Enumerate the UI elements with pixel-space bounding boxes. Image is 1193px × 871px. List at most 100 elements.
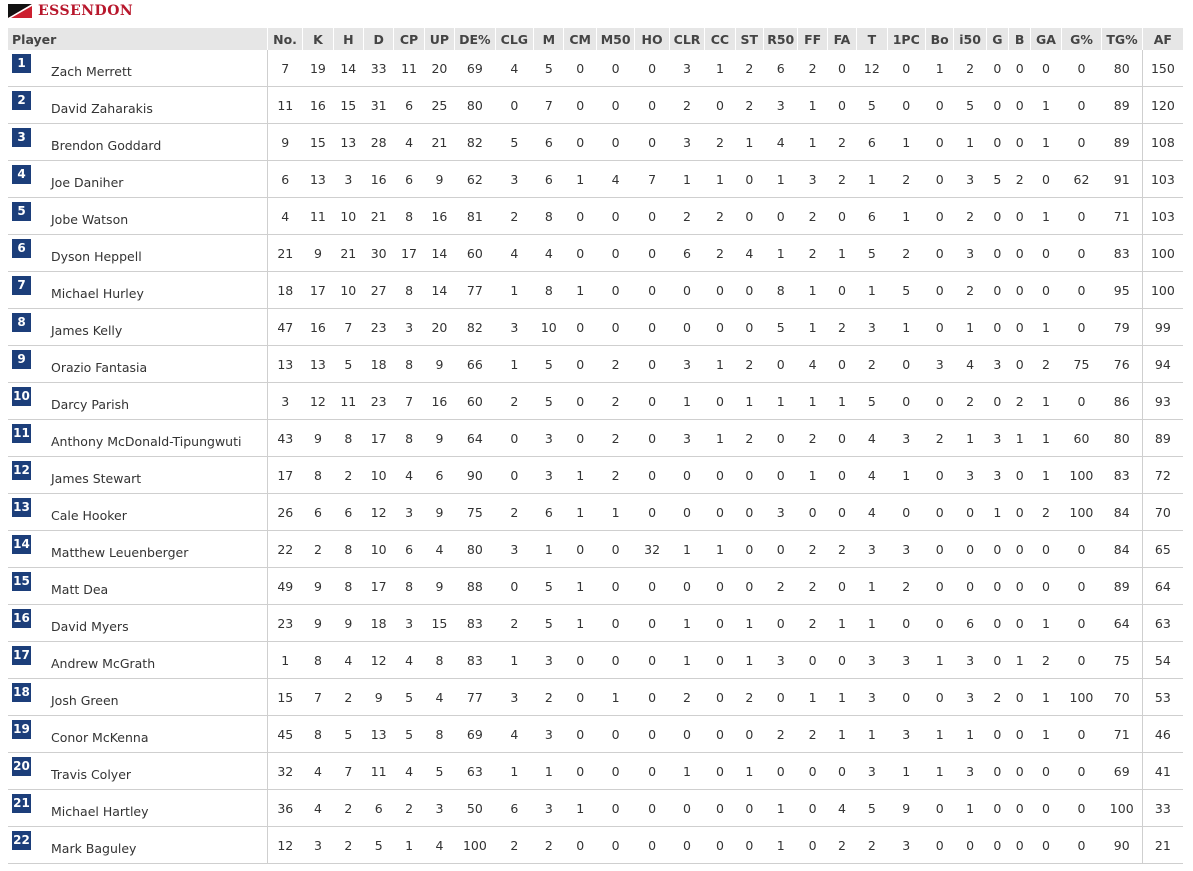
stat-cell-bo: 2 [925,419,954,457]
stat-cell-i50: 0 [953,567,987,605]
stat-cell-m: 8 [533,197,564,235]
column-header-ho[interactable]: HO [634,28,670,50]
player-name[interactable]: James Stewart [51,471,141,486]
column-header-tg-pct[interactable]: TG% [1101,28,1143,50]
column-header-b[interactable]: B [1008,28,1031,50]
player-name[interactable]: Orazio Fantasia [51,360,147,375]
stat-cell-no: 23 [267,604,303,642]
player-name[interactable]: Matthew Leuenberger [51,545,188,560]
column-header-m50[interactable]: M50 [595,28,635,50]
stat-cell-up: 20 [424,308,455,346]
player-name[interactable]: Matt Dea [51,582,108,597]
column-header-af[interactable]: AF [1141,28,1183,50]
column-header-t[interactable]: T [856,28,888,50]
stat-cell-fa: 2 [827,160,857,198]
stat-cell-clr: 0 [669,567,705,605]
stat-cell-af: 103 [1141,197,1183,235]
column-header-no[interactable]: No. [266,28,303,50]
stat-cell-clr: 0 [669,456,705,494]
player-name[interactable]: Zach Merrett [51,64,132,79]
column-header-clg[interactable]: CLG [494,28,534,50]
player-name[interactable]: Brendon Goddard [51,138,161,153]
stat-cell-ho: 0 [634,493,670,531]
stat-cell-ga: 1 [1030,678,1062,716]
column-header-de-pct[interactable]: DE% [454,28,496,50]
column-header-cm[interactable]: CM [563,28,597,50]
player-name[interactable]: Mark Baguley [51,841,136,856]
column-header-player[interactable]: Player [8,28,268,50]
column-header-d[interactable]: D [362,28,394,50]
rank-badge: 14 [12,534,31,554]
column-header-cc[interactable]: CC [704,28,736,50]
stat-cell-de-pct: 64 [454,419,496,457]
column-header-clr[interactable]: CLR [668,28,705,50]
player-name[interactable]: James Kelly [51,323,122,338]
player-name[interactable]: David Zaharakis [51,101,153,116]
stat-cell-clg: 2 [495,197,534,235]
column-header-fa[interactable]: FA [826,28,857,50]
player-name[interactable]: Anthony McDonald-Tipungwuti [51,434,241,449]
column-header-ff[interactable]: FF [797,28,828,50]
column-header-ga[interactable]: GA [1030,28,1062,50]
stat-cell-k: 9 [302,567,334,605]
stat-cell-de-pct: 80 [454,530,496,568]
column-header-1pc[interactable]: 1PC [886,28,926,50]
player-name[interactable]: Jobe Watson [51,212,128,227]
player-name[interactable]: Joe Daniher [51,175,123,190]
stat-cell-clr: 0 [669,271,705,309]
stat-cell-m: 4 [533,234,564,272]
stat-cell-fa: 0 [827,752,857,790]
stat-cell-g-pct: 0 [1061,50,1102,87]
stat-cell-de-pct: 69 [454,50,496,87]
stat-cell-h: 11 [333,382,364,420]
stat-cell-d: 30 [363,234,394,272]
player-name[interactable]: Conor McKenna [51,730,149,745]
player-name[interactable]: Travis Colyer [51,767,131,782]
stat-cell-clr: 0 [669,789,705,827]
column-header-bo[interactable]: Bo [924,28,954,50]
rank-badge: 20 [12,756,31,776]
stat-cell-fa: 0 [827,567,857,605]
column-header-k[interactable]: K [302,28,334,50]
player-name[interactable]: Josh Green [51,693,119,708]
stat-cell-cm: 0 [563,382,597,420]
column-header-i50[interactable]: i50 [953,28,987,50]
player-cell: 12 James Stewart [8,456,268,494]
stat-cell-bo: 0 [925,382,954,420]
player-cell: 1 Zach Merrett [8,50,268,87]
column-header-g-pct[interactable]: G% [1060,28,1102,50]
player-name[interactable]: Dyson Heppell [51,249,142,264]
player-name[interactable]: David Myers [51,619,129,634]
stat-cell-ff: 2 [797,419,828,457]
stat-cell-g: 0 [986,197,1009,235]
stat-cell-t: 3 [856,530,888,568]
stat-cell-ho: 0 [634,604,670,642]
player-name[interactable]: Michael Hurley [51,286,144,301]
column-header-cp[interactable]: CP [393,28,425,50]
stat-cell-ho: 0 [634,234,670,272]
stat-cell-m: 3 [533,641,564,679]
stat-cell-1pc: 3 [887,419,926,457]
stat-cell-1pc: 3 [887,826,926,864]
stat-cell-b: 0 [1008,789,1031,827]
stat-cell-h: 8 [333,567,364,605]
player-name[interactable]: Cale Hooker [51,508,127,523]
stat-cell-b: 0 [1008,197,1031,235]
stat-cell-cc: 0 [704,86,736,124]
player-name[interactable]: Darcy Parish [51,397,129,412]
column-header-st[interactable]: ST [734,28,764,50]
stat-cell-up: 9 [424,419,455,457]
table-row: 5Jobe Watson 4 11 10 21 8 16 81 2 8 0 0 0 2 2 0 0 2 0 6 1 0 2 0… [8,197,1183,235]
column-header-m[interactable]: M [533,28,564,50]
player-name[interactable]: Michael Hartley [51,804,149,819]
column-header-up[interactable]: UP [423,28,455,50]
stat-cell-k: 11 [302,197,334,235]
stat-cell-ga: 0 [1030,826,1062,864]
stat-cell-h: 6 [333,493,364,531]
player-name[interactable]: Andrew McGrath [51,656,155,671]
stat-cell-g-pct: 60 [1061,419,1102,457]
column-header-r50[interactable]: R50 [762,28,798,50]
column-header-g[interactable]: G [985,28,1009,50]
stat-cell-cc: 1 [704,419,736,457]
column-header-h[interactable]: H [332,28,364,50]
